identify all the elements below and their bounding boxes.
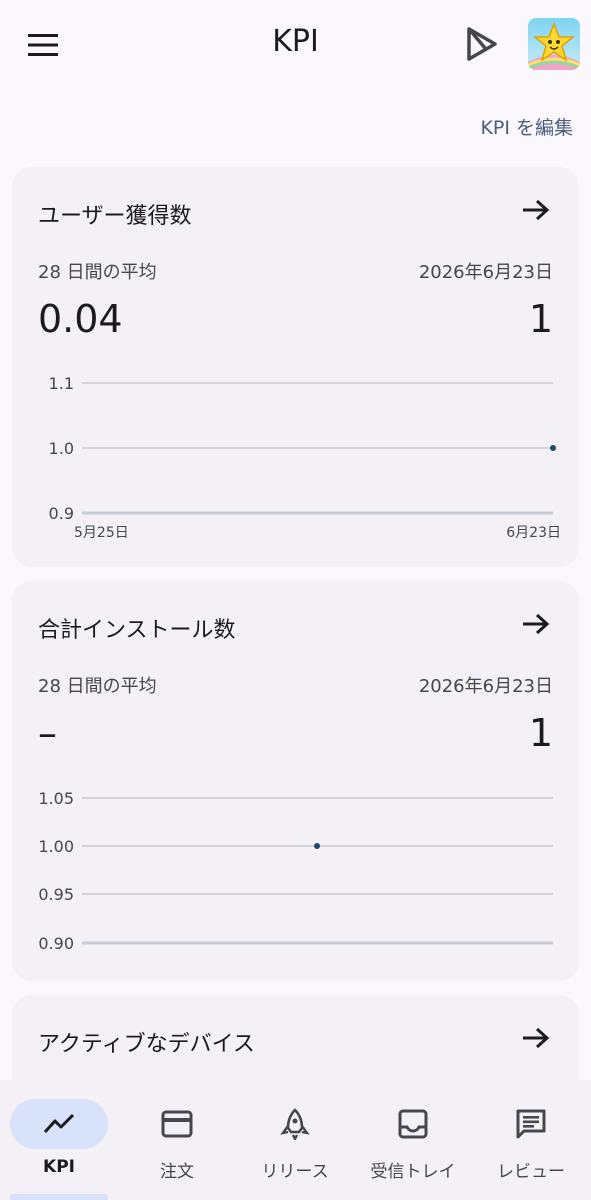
arrow-right-icon[interactable] — [521, 612, 551, 636]
app-star-avatar-icon — [528, 18, 580, 70]
play-console-icon[interactable] — [461, 24, 501, 64]
kpi-card-user-acquisition[interactable]: ユーザー獲得数 28 日間の平均 2026年6月23日 0.04 1 1.1 1… — [12, 167, 579, 567]
data-point — [550, 445, 556, 451]
bottom-navigation: KPI 注文 リリース 受信トレイ レビュー — [0, 1080, 591, 1200]
arrow-right-icon[interactable] — [521, 1026, 551, 1050]
average-value: 0.04 — [38, 297, 123, 341]
y-tick-label: 1.0 — [49, 439, 74, 458]
date-label: 2026年6月23日 — [418, 262, 553, 283]
nav-label: レビュー — [497, 1162, 565, 1182]
card-title: アクティブなデバイス — [38, 1032, 255, 1057]
card-title: 合計インストール数 — [38, 618, 236, 643]
date-label: 2026年6月23日 — [418, 676, 553, 697]
y-tick-label: 1.00 — [38, 837, 74, 856]
scroll-peek-divider — [0, 1194, 591, 1200]
y-tick-label: 0.9 — [49, 504, 74, 523]
rocket-icon — [280, 1108, 310, 1140]
page-title: KPI — [272, 24, 319, 59]
latest-value: 1 — [528, 711, 553, 755]
credit-card-icon — [161, 1110, 193, 1138]
nav-label: 注文 — [160, 1162, 194, 1182]
x-tick-label: 6月23日 — [506, 525, 561, 541]
nav-label: KPI — [43, 1157, 75, 1177]
top-app-bar: KPI — [0, 0, 591, 90]
card-title: ユーザー獲得数 — [38, 204, 192, 229]
edit-kpi-link[interactable]: KPI を編集 — [480, 113, 573, 140]
y-tick-label: 0.90 — [38, 934, 74, 953]
y-tick-label: 0.95 — [38, 885, 74, 904]
x-tick-label: 5月25日 — [74, 525, 129, 541]
inbox-icon — [398, 1109, 428, 1139]
nav-label: 受信トレイ — [370, 1162, 456, 1182]
nav-item-orders[interactable]: 注文 — [118, 1080, 236, 1200]
chart-total-installs: 1.05 1.00 0.95 0.90 — [38, 789, 553, 953]
chart-user-acquisition: 1.1 1.0 0.9 5月25日 6月23日 — [49, 374, 561, 541]
period-label: 28 日間の平均 — [38, 676, 157, 697]
y-tick-label: 1.1 — [49, 374, 74, 393]
nav-item-releases[interactable]: リリース — [236, 1080, 354, 1200]
nav-item-inbox[interactable]: 受信トレイ — [354, 1080, 472, 1200]
data-point — [314, 843, 320, 849]
review-icon — [516, 1109, 546, 1139]
latest-value: 1 — [528, 297, 553, 341]
trending-icon — [43, 1113, 75, 1134]
arrow-right-icon[interactable] — [521, 198, 551, 222]
nav-label: リリース — [261, 1162, 329, 1182]
kpi-card-total-installs[interactable]: 合計インストール数 28 日間の平均 2026年6月23日 – 1 1.05 1… — [12, 581, 579, 981]
nav-item-kpi[interactable]: KPI — [0, 1080, 118, 1200]
y-tick-label: 1.05 — [38, 789, 74, 808]
nav-item-reviews[interactable]: レビュー — [472, 1080, 590, 1200]
period-label: 28 日間の平均 — [38, 262, 157, 283]
app-avatar[interactable] — [528, 18, 580, 70]
average-value: – — [38, 711, 57, 755]
